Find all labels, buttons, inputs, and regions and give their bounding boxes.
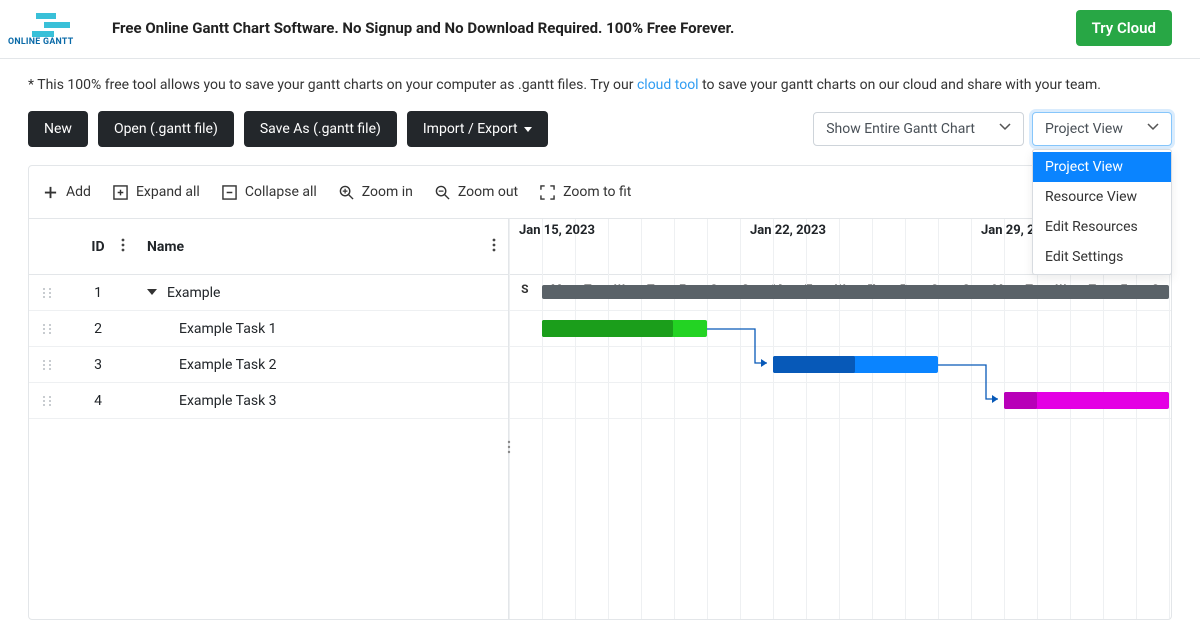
zoom-in-icon <box>339 185 354 200</box>
import-export-button[interactable]: Import / Export <box>407 111 548 147</box>
cloud-tool-link[interactable]: cloud tool <box>637 77 699 93</box>
open-button[interactable]: Open (.gantt file) <box>98 111 234 147</box>
view-select[interactable]: Project View Project View Resource View … <box>1032 112 1172 146</box>
dropdown-item-edit-settings[interactable]: Edit Settings <box>1033 242 1171 272</box>
expand-label: Expand all <box>136 184 200 200</box>
task-progress <box>1004 392 1037 409</box>
task-name: Example <box>167 285 220 301</box>
chevron-down-icon <box>999 121 1011 137</box>
logo[interactable]: ONLINE GANTT <box>8 11 88 45</box>
dropdown-item-edit-resources[interactable]: Edit Resources <box>1033 212 1171 242</box>
collapse-all-button[interactable]: Collapse all <box>222 184 317 200</box>
timeline-pane[interactable]: Jan 15, 2023 Jan 22, 2023 Jan 29, 2023 S… <box>509 219 1171 619</box>
col-name-header: Name <box>147 239 184 255</box>
view-select-label: Project View <box>1045 121 1123 137</box>
zoom-out-icon <box>435 185 450 200</box>
dropdown-item-resource-view[interactable]: Resource View <box>1033 182 1171 212</box>
try-cloud-button[interactable]: Try Cloud <box>1076 10 1172 46</box>
add-button[interactable]: Add <box>43 184 91 200</box>
task-name: Example Task 1 <box>179 321 277 337</box>
task-list-pane: ID Name 1 Example 2 Example Task 1 <box>29 219 509 619</box>
notice-text: * This 100% free tool allows you to save… <box>0 59 1200 111</box>
svg-text:ONLINE GANTT: ONLINE GANTT <box>8 37 74 45</box>
task-id: 3 <box>65 357 131 373</box>
splitter-handle[interactable] <box>505 275 513 619</box>
task-id: 2 <box>65 321 131 337</box>
column-menu-icon[interactable] <box>121 238 125 256</box>
zoom-out-label: Zoom out <box>458 184 518 200</box>
drag-handle-icon[interactable] <box>29 287 65 299</box>
drag-handle-icon[interactable] <box>29 323 65 335</box>
task-progress <box>773 356 855 373</box>
collapse-icon <box>222 185 237 200</box>
week-label: Jan 15, 2023 <box>519 223 595 238</box>
show-entire-select[interactable]: Show Entire Gantt Chart <box>813 112 1024 146</box>
zoom-fit-button[interactable]: Zoom to fit <box>540 184 631 200</box>
zoom-fit-icon <box>540 185 555 200</box>
zoom-in-label: Zoom in <box>362 184 413 200</box>
task-id: 4 <box>65 393 131 409</box>
zoom-in-button[interactable]: Zoom in <box>339 184 413 200</box>
expand-icon <box>113 185 128 200</box>
task-progress <box>542 320 673 337</box>
view-dropdown: Project View Resource View Edit Resource… <box>1032 149 1172 275</box>
task-row[interactable]: 4 Example Task 3 <box>29 383 508 419</box>
task-row[interactable]: 1 Example <box>29 275 508 311</box>
dropdown-item-project-view[interactable]: Project View <box>1033 152 1171 182</box>
show-entire-label: Show Entire Gantt Chart <box>826 121 975 137</box>
week-label: Jan 22, 2023 <box>750 223 826 238</box>
plus-icon <box>43 185 58 200</box>
column-menu-icon[interactable] <box>492 238 496 256</box>
task-id: 1 <box>65 285 131 301</box>
summary-bar[interactable] <box>542 285 1169 299</box>
col-id-header: ID <box>91 239 104 255</box>
chevron-down-icon <box>1147 121 1159 137</box>
task-name: Example Task 2 <box>179 357 277 373</box>
drag-handle-icon[interactable] <box>29 359 65 371</box>
zoom-out-button[interactable]: Zoom out <box>435 184 518 200</box>
header-tagline: Free Online Gantt Chart Software. No Sig… <box>112 19 1076 37</box>
new-button[interactable]: New <box>28 111 88 147</box>
notice-prefix: * This 100% free tool allows you to save… <box>28 77 637 93</box>
zoom-fit-label: Zoom to fit <box>563 184 631 200</box>
task-row[interactable]: 3 Example Task 2 <box>29 347 508 383</box>
add-label: Add <box>66 184 91 200</box>
collapse-caret-icon[interactable] <box>147 285 157 301</box>
task-name: Example Task 3 <box>179 393 277 409</box>
drag-handle-icon[interactable] <box>29 395 65 407</box>
task-row[interactable]: 2 Example Task 1 <box>29 311 508 347</box>
notice-suffix: to save your gantt charts on our cloud a… <box>699 77 1101 93</box>
save-as-button[interactable]: Save As (.gantt file) <box>244 111 397 147</box>
collapse-label: Collapse all <box>245 184 317 200</box>
expand-all-button[interactable]: Expand all <box>113 184 200 200</box>
